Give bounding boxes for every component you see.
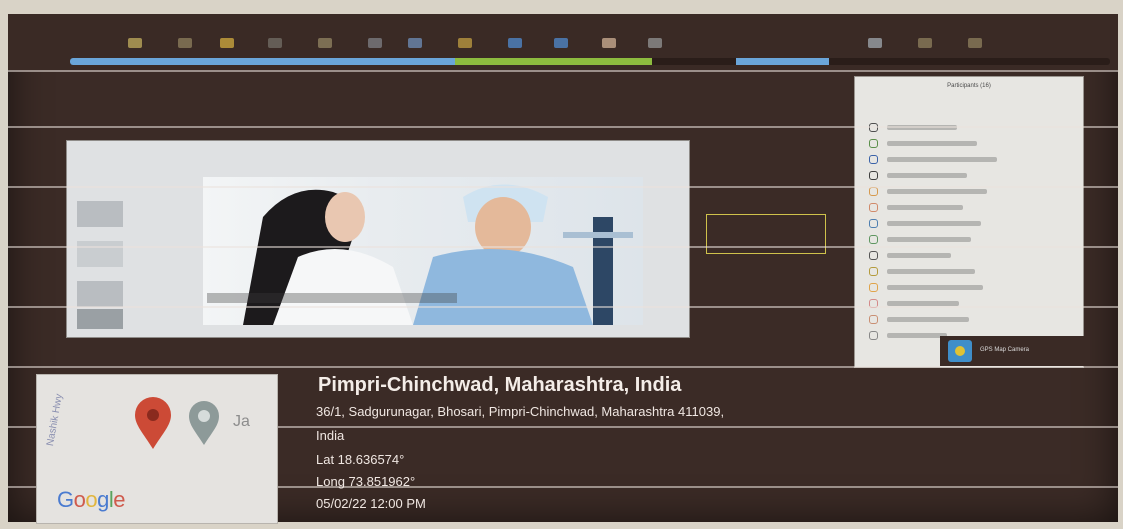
control-label [730,142,732,148]
settings-icon[interactable] [458,38,472,48]
participant-avatar [869,267,878,276]
scan-line [8,246,1118,248]
geotag-map-thumbnail: Nashik Hwy Ja Google [36,374,278,524]
participant-avatar [869,187,878,196]
participant-avatar [869,331,878,340]
meeting-toolbar [8,14,1118,70]
google-logo-letter: g [97,487,109,512]
geotag-datetime: 05/02/22 12:00 PM [316,496,426,511]
participant-name[interactable] [887,205,963,210]
scan-line [8,70,1118,72]
slide-caption [207,293,457,303]
participant-name[interactable] [887,221,981,226]
camera-app-icon [948,340,972,362]
participant-name[interactable] [887,253,951,258]
participant-avatar [869,155,878,164]
mic-icon[interactable] [128,38,142,48]
video-icon[interactable] [178,38,192,48]
participant-avatar [869,251,878,260]
participant-avatar [869,235,878,244]
participant-name[interactable] [887,189,987,194]
scan-line [8,366,1118,368]
control-label [730,160,732,166]
control-label [722,330,724,336]
geotag-latitude: Lat 18.636574° [316,452,405,467]
participant-name[interactable] [887,317,969,322]
more-icon[interactable] [648,38,662,48]
slide-thumbnail[interactable] [77,201,123,227]
slide-thumbnail[interactable] [77,241,123,267]
camera-app-label: GPS Map Camera [980,347,1030,353]
geotag-address-line2: India [316,428,345,443]
highlighted-control-box[interactable] [706,214,826,254]
minimize-icon[interactable] [868,38,882,48]
participant-name[interactable] [887,237,971,242]
whiteboard-icon[interactable] [602,38,616,48]
participant-name[interactable] [887,157,997,162]
chat-icon[interactable] [268,38,282,48]
google-logo-letter: e [113,487,126,512]
shared-slide [66,140,690,338]
road-label: Nashik Hwy [45,393,66,447]
gps-camera-chip: GPS Map Camera [940,336,1090,366]
nearby-place-pin-icon [189,401,219,445]
geotag-longitude: Long 73.851962° [316,474,416,489]
geotag-address-line1: 36/1, Sadgurunagar, Bhosari, Pimpri-Chin… [316,404,725,419]
progress-fill-green [454,58,653,65]
restore-icon[interactable] [918,38,932,48]
google-logo-letter: o [73,487,86,512]
window-icon[interactable] [508,38,522,48]
google-logo: Google [57,487,126,513]
scan-line [8,306,1118,308]
close-icon[interactable] [968,38,982,48]
participant-avatar [869,315,878,324]
participant-name[interactable] [887,333,947,338]
slide-thumbnail[interactable] [77,281,123,307]
slide-thumbnail[interactable] [77,309,123,329]
layout-icon[interactable] [554,38,568,48]
participant-avatar [869,171,878,180]
geotag-city: Pimpri-Chinchwad, Maharashtra, India [318,374,682,396]
participant-name[interactable] [887,285,983,290]
participants-panel-title: Participants (16) [947,83,991,89]
participant-name[interactable] [887,269,975,274]
share-screen-icon[interactable] [220,38,234,48]
reactions-icon[interactable] [408,38,422,48]
record-icon[interactable] [368,38,382,48]
participant-avatar [869,283,878,292]
nearby-place-label: Ja [233,413,250,430]
progress-fill-blue [70,58,455,65]
scan-line [8,126,1118,128]
participant-name[interactable] [887,141,977,146]
participant-avatar [869,219,878,228]
google-logo-letter: o [85,487,98,512]
participants-panel: Participants (16) [854,76,1084,368]
participant-name[interactable] [887,173,967,178]
scan-line [8,186,1118,188]
progress-fill-blue-2 [735,58,830,65]
google-logo-letter: G [57,487,74,512]
meeting-progress-bar [70,58,1110,65]
participant-avatar [869,203,878,212]
participant-avatar [869,139,878,148]
map-pin-icon [135,397,171,449]
participants-icon[interactable] [318,38,332,48]
